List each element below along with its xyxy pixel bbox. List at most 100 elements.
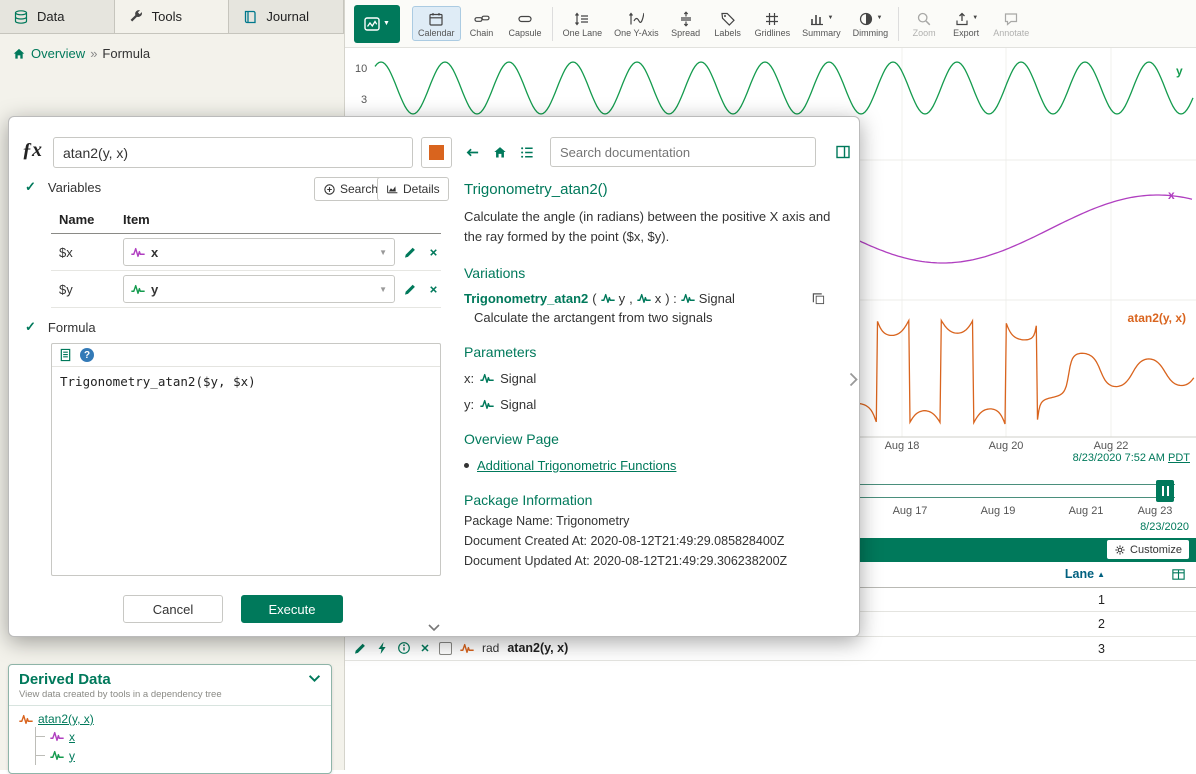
derived-data-panel: Derived Data View data created by tools … <box>8 664 332 774</box>
series-label-x: x <box>1168 188 1175 202</box>
breadcrumb: Overview » Formula <box>0 34 344 73</box>
home-icon[interactable] <box>12 47 26 61</box>
edit-pencil-icon[interactable] <box>402 282 418 296</box>
documentation-search-input[interactable] <box>550 137 816 167</box>
details-row[interactable]: rad atan2(y, x) 3 <box>345 637 1196 661</box>
function-name-link[interactable]: Trigonometry_atan2 <box>464 291 588 306</box>
tree-item-link[interactable]: x <box>69 730 75 744</box>
timezone-link[interactable]: PDT <box>1168 452 1190 464</box>
back-arrow-icon[interactable] <box>464 145 481 160</box>
copy-icon[interactable] <box>812 292 825 305</box>
tree-item-link[interactable]: atan2(y, x) <box>38 712 94 726</box>
breadcrumb-overview-link[interactable]: Overview <box>31 46 85 61</box>
item-name[interactable]: atan2(y, x) <box>507 641 568 655</box>
tree-item[interactable]: atan2(y, x) <box>19 712 321 726</box>
circle-plus-icon <box>323 183 336 196</box>
tree-item[interactable]: y <box>36 746 321 765</box>
tab-journal[interactable]: Journal <box>229 0 344 33</box>
trend-view-dropdown-button[interactable]: ▼ <box>354 5 400 43</box>
tree-connector <box>36 755 45 756</box>
toolbar-label: Spread <box>671 29 700 39</box>
tab-data[interactable]: Data <box>0 0 115 33</box>
row-checkbox[interactable] <box>439 642 452 655</box>
toolbar-item-summary[interactable]: ▼ Summary <box>796 6 847 42</box>
insert-example-icon[interactable] <box>59 348 72 362</box>
tab-bar: Data Tools Journal <box>0 0 344 34</box>
variable-row: $y y ▼ <box>51 271 441 308</box>
variables-section-header: ✓ Variables <box>25 179 101 195</box>
formula-tool-modal: ƒx ✓ Variables Search Details Name Item … <box>8 116 860 637</box>
lane-column-header[interactable]: Lane▲ <box>1065 567 1105 581</box>
index-list-icon[interactable] <box>519 145 535 160</box>
overview-page-link[interactable]: Additional Trigonometric Functions <box>477 458 676 473</box>
collapse-chevron-icon[interactable] <box>427 623 441 632</box>
toolbar-item-zoom[interactable]: Zoom <box>903 6 945 42</box>
formula-code[interactable]: Trigonometry_atan2($y, $x) <box>52 367 440 396</box>
variable-item-select[interactable]: x ▼ <box>123 238 395 266</box>
check-icon: ✓ <box>25 179 36 195</box>
calendar-icon <box>428 11 444 27</box>
caret-down-icon: ▼ <box>379 285 387 294</box>
comma: , <box>629 291 633 306</box>
execute-button[interactable]: Execute <box>241 595 343 623</box>
tree-connector <box>36 736 45 737</box>
toolbar-item-chain[interactable]: Chain <box>461 6 503 42</box>
caret-down-icon: ▼ <box>383 20 390 27</box>
home-icon[interactable] <box>492 145 508 160</box>
toolbar-label: Annotate <box>993 29 1029 39</box>
remove-x-icon[interactable] <box>425 247 441 258</box>
parameter-row: y: Signal <box>464 397 851 412</box>
toolbar-item-annotate[interactable]: Annotate <box>987 6 1035 42</box>
toolbar-item-labels[interactable]: Labels <box>707 6 749 42</box>
tab-label: Tools <box>152 9 182 24</box>
details-toggle-button[interactable]: Details <box>377 177 449 201</box>
toolbar-item-calendar[interactable]: Calendar <box>412 6 461 42</box>
side-panel-icon[interactable] <box>835 144 851 160</box>
derived-data-header[interactable]: Derived Data View data created by tools … <box>9 665 331 706</box>
chevron-down-icon[interactable] <box>308 674 321 683</box>
toolbar-label: Export <box>953 29 979 39</box>
range-tick: Aug 21 <box>1069 505 1104 517</box>
add-column-icon[interactable] <box>1171 567 1186 582</box>
speech-bubble-icon <box>1003 11 1019 27</box>
customize-button[interactable]: Customize <box>1107 540 1189 559</box>
remove-x-icon[interactable] <box>425 284 441 295</box>
tab-tools[interactable]: Tools <box>115 0 230 33</box>
formula-name-input[interactable] <box>53 137 413 168</box>
toolbar-label: Capsule <box>509 29 542 39</box>
database-icon <box>13 9 29 25</box>
x-axis-tick: Aug 20 <box>989 440 1024 452</box>
signal-icon <box>681 293 695 304</box>
chevron-right-icon[interactable] <box>849 372 858 387</box>
toolbar-item-one-y-axis[interactable]: One Y-Axis <box>608 6 665 42</box>
toolbar-item-dimming[interactable]: ▼ Dimming <box>847 6 895 42</box>
tree-item[interactable]: x <box>36 727 321 746</box>
remove-x-icon[interactable] <box>419 642 431 654</box>
paren: ( <box>592 291 596 306</box>
toolbar-label: One Y-Axis <box>614 29 659 39</box>
color-picker-button[interactable] <box>421 137 452 168</box>
toolbar-item-capsule[interactable]: Capsule <box>503 6 548 42</box>
toolbar-item-one-lane[interactable]: One Lane <box>557 6 609 42</box>
toolbar-item-export[interactable]: ▼ Export <box>945 6 987 42</box>
lane-value: 1 <box>1098 593 1105 607</box>
info-icon[interactable] <box>397 641 411 655</box>
variables-table: Name Item $x x ▼ $y y ▼ <box>51 209 441 308</box>
edit-pencil-icon[interactable] <box>402 245 418 259</box>
help-icon[interactable]: ? <box>80 348 94 362</box>
toolbar-item-spread[interactable]: Spread <box>665 6 707 42</box>
cancel-button[interactable]: Cancel <box>123 595 223 623</box>
tree-item-link[interactable]: y <box>69 749 75 763</box>
formula-editor[interactable]: ? Trigonometry_atan2($y, $x) <box>51 343 441 576</box>
toolbar-item-gridlines[interactable]: Gridlines <box>749 6 797 42</box>
range-drag-handle[interactable] <box>1156 480 1174 502</box>
variable-item-select[interactable]: y ▼ <box>123 275 395 303</box>
breadcrumb-separator: » <box>90 46 97 61</box>
tag-icon <box>720 11 736 27</box>
unit-of-measure: rad <box>482 641 499 655</box>
one-y-axis-icon <box>628 11 644 27</box>
edit-pencil-icon[interactable] <box>353 641 367 655</box>
signal-icon <box>50 731 64 742</box>
bolt-icon[interactable] <box>375 641 389 655</box>
toolbar-separator <box>898 7 899 41</box>
